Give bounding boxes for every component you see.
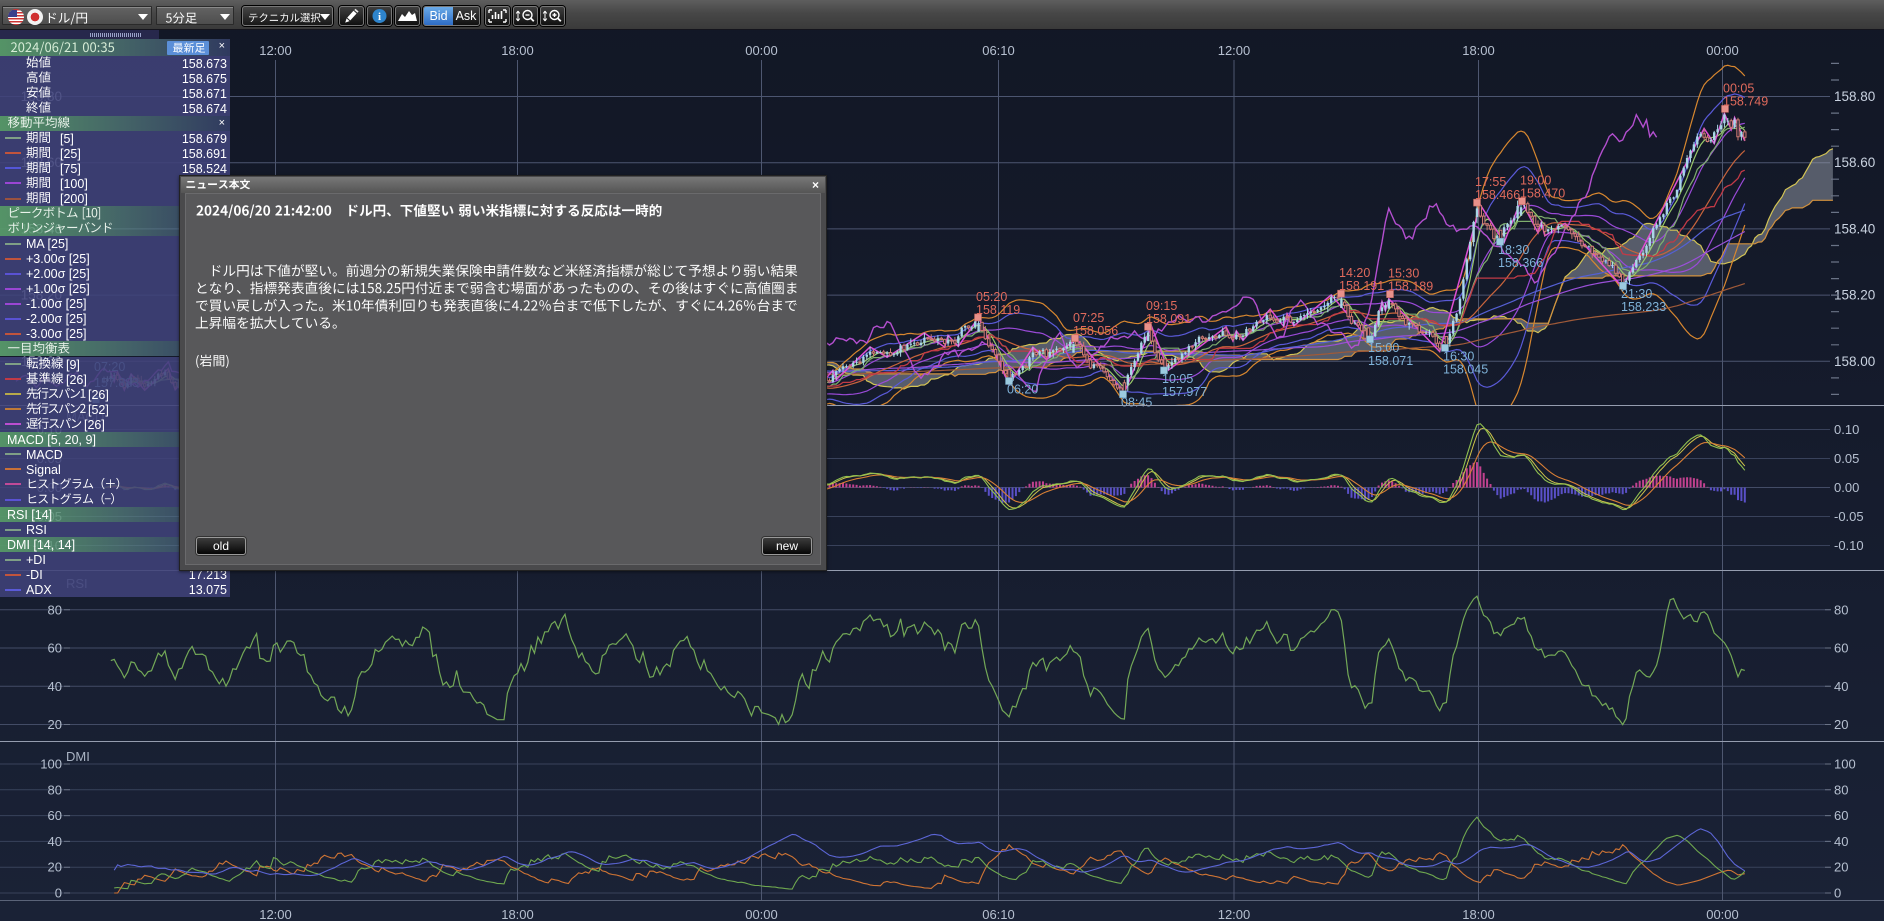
svg-text:80: 80 xyxy=(48,602,62,617)
svg-text:15:00: 15:00 xyxy=(1368,341,1399,355)
svg-text:14:20: 14:20 xyxy=(1339,266,1370,280)
svg-text:40: 40 xyxy=(1834,679,1848,694)
svg-text:06:10: 06:10 xyxy=(982,43,1015,58)
svg-text:-0.05: -0.05 xyxy=(1834,509,1864,524)
svg-text:07:25: 07:25 xyxy=(1073,311,1104,325)
svg-text:158.056: 158.056 xyxy=(1073,324,1118,338)
svg-text:20: 20 xyxy=(1834,717,1848,732)
svg-text:00:00: 00:00 xyxy=(1706,907,1739,921)
svg-text:16:30: 16:30 xyxy=(1443,349,1474,363)
svg-text:40: 40 xyxy=(1834,834,1848,849)
svg-text:158.233: 158.233 xyxy=(1621,300,1666,314)
svg-text:10:05: 10:05 xyxy=(1162,372,1193,386)
svg-text:158.045: 158.045 xyxy=(1443,362,1488,376)
svg-text:06:20: 06:20 xyxy=(1007,383,1038,397)
svg-text:60: 60 xyxy=(48,808,62,823)
svg-text:12:00: 12:00 xyxy=(1218,907,1251,921)
svg-text:12:00: 12:00 xyxy=(259,907,292,921)
svg-text:12:00: 12:00 xyxy=(1218,43,1251,58)
svg-text:19:00: 19:00 xyxy=(1520,174,1551,188)
svg-text:20: 20 xyxy=(48,860,62,875)
svg-text:DMI: DMI xyxy=(66,749,90,764)
svg-text:06:10: 06:10 xyxy=(982,907,1015,921)
svg-text:80: 80 xyxy=(1834,782,1848,797)
svg-text:158.119: 158.119 xyxy=(976,303,1020,317)
svg-text:18:30: 18:30 xyxy=(1498,243,1529,257)
svg-text:40: 40 xyxy=(48,834,62,849)
svg-text:20: 20 xyxy=(48,717,62,732)
svg-text:-0.10: -0.10 xyxy=(1834,538,1864,553)
svg-text:158.470: 158.470 xyxy=(1520,187,1565,201)
svg-text:158.189: 158.189 xyxy=(1388,280,1433,294)
svg-text:0.00: 0.00 xyxy=(1834,480,1859,495)
svg-text:18:00: 18:00 xyxy=(501,43,534,58)
svg-text:158.60: 158.60 xyxy=(1834,155,1875,170)
svg-text:18:00: 18:00 xyxy=(501,907,534,921)
svg-text:05:20: 05:20 xyxy=(976,290,1007,304)
svg-text:0: 0 xyxy=(55,886,62,901)
svg-text:60: 60 xyxy=(1834,808,1848,823)
svg-text:12:00: 12:00 xyxy=(259,43,292,58)
svg-text:158.071: 158.071 xyxy=(1368,354,1413,368)
svg-text:60: 60 xyxy=(48,641,62,656)
svg-text:158.191: 158.191 xyxy=(1339,279,1384,293)
svg-text:17:55: 17:55 xyxy=(1475,175,1506,189)
svg-text:80: 80 xyxy=(48,782,62,797)
svg-text:158.20: 158.20 xyxy=(1834,288,1875,303)
svg-text:08:45: 08:45 xyxy=(1121,396,1152,410)
svg-text:18:00: 18:00 xyxy=(1462,43,1495,58)
svg-text:09:15: 09:15 xyxy=(1146,299,1177,313)
svg-text:157.977: 157.977 xyxy=(1162,385,1207,399)
svg-text:40: 40 xyxy=(48,679,62,694)
svg-text:158.00: 158.00 xyxy=(1834,354,1875,369)
svg-text:100: 100 xyxy=(40,757,62,772)
svg-text:158.80: 158.80 xyxy=(1834,89,1875,104)
svg-text:00:00: 00:00 xyxy=(745,43,778,58)
svg-text:i: i xyxy=(378,11,381,23)
svg-text:00:00: 00:00 xyxy=(745,907,778,921)
svg-text:158.091: 158.091 xyxy=(1146,312,1191,326)
svg-text:80: 80 xyxy=(1834,602,1848,617)
svg-text:00:05: 00:05 xyxy=(1723,81,1754,95)
svg-text:20: 20 xyxy=(1834,860,1848,875)
svg-text:158.749: 158.749 xyxy=(1723,94,1768,108)
svg-text:0.10: 0.10 xyxy=(1834,422,1859,437)
svg-text:0.05: 0.05 xyxy=(1834,451,1859,466)
svg-text:0: 0 xyxy=(1834,886,1841,901)
svg-text:158.466: 158.466 xyxy=(1475,188,1520,202)
svg-text:18:00: 18:00 xyxy=(1462,907,1495,921)
svg-text:158.366: 158.366 xyxy=(1498,256,1543,270)
svg-text:60: 60 xyxy=(1834,641,1848,656)
svg-text:00:00: 00:00 xyxy=(1706,43,1739,58)
svg-text:158.40: 158.40 xyxy=(1834,221,1875,236)
svg-text:21:30: 21:30 xyxy=(1621,287,1652,301)
svg-text:15:30: 15:30 xyxy=(1388,267,1419,281)
svg-text:100: 100 xyxy=(1834,757,1856,772)
